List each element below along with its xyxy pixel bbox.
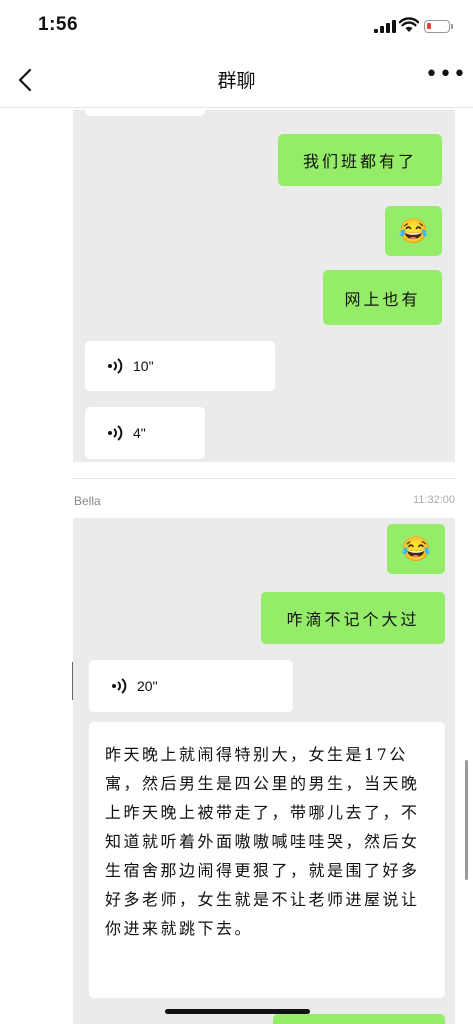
chat-screenshot-2: 😂 咋滴不记个大过 20" 昨天晚上就闹得特别大，女生是17公寓，然后男生是四公… [73,518,455,1024]
long-message-bubble[interactable]: 昨天晚上就闹得特别大，女生是17公寓，然后男生是四公里的男生，当天晚上昨天晚上被… [89,722,445,998]
emoji-bubble[interactable]: 😂 [387,524,445,574]
chat-screenshot-1: 我们班都有了 😂 网上也有 10" 4" [73,110,455,462]
status-bar: 1:56 [0,0,473,50]
voice-message[interactable]: 20" [89,660,293,712]
voice-duration: 4" [133,425,146,441]
laughing-tears-emoji: 😂 [401,535,431,563]
sender-name[interactable]: Bella [74,494,101,508]
voice-duration: 20" [137,678,158,694]
wifi-icon [399,17,419,32]
message-text: 网上也有 [344,289,421,309]
voice-wave-icon [108,358,123,374]
page-title: 群聊 [217,70,256,92]
voice-message[interactable]: 4" [85,407,205,459]
cropped-bubble [273,1014,445,1024]
emoji-bubble[interactable]: 😂 [385,206,442,256]
voice-wave-icon [112,678,127,694]
message-bubble[interactable]: 网上也有 [323,270,442,325]
message-bubble[interactable]: 我们班都有了 [278,134,442,186]
battery-tip [451,24,453,29]
home-indicator[interactable] [165,1009,310,1014]
message-text: 咋滴不记个大过 [286,610,420,629]
more-options-button[interactable]: ••• [425,64,466,92]
nav-bar: 群聊 ••• [0,52,473,108]
battery-level [427,23,431,29]
message-text: 我们班都有了 [302,152,417,171]
status-time: 1:56 [38,14,79,35]
cropped-bubble [85,110,205,116]
voice-duration: 10" [133,358,154,374]
voice-wave-icon [108,425,123,441]
message-timestamp: 11:32:00 [412,494,455,506]
message-text: 昨天晚上就闹得特别大，女生是17公寓，然后男生是四公里的男生，当天晚上昨天晚上被… [105,745,420,938]
cellular-signal-icon [374,20,396,33]
message-bubble[interactable]: 咋滴不记个大过 [261,592,445,644]
scrollbar[interactable] [465,760,468,880]
divider [73,478,455,479]
voice-message[interactable]: 10" [85,341,275,391]
laughing-tears-emoji: 😂 [398,217,429,245]
left-margin [0,110,72,1024]
battery-icon [424,20,450,33]
